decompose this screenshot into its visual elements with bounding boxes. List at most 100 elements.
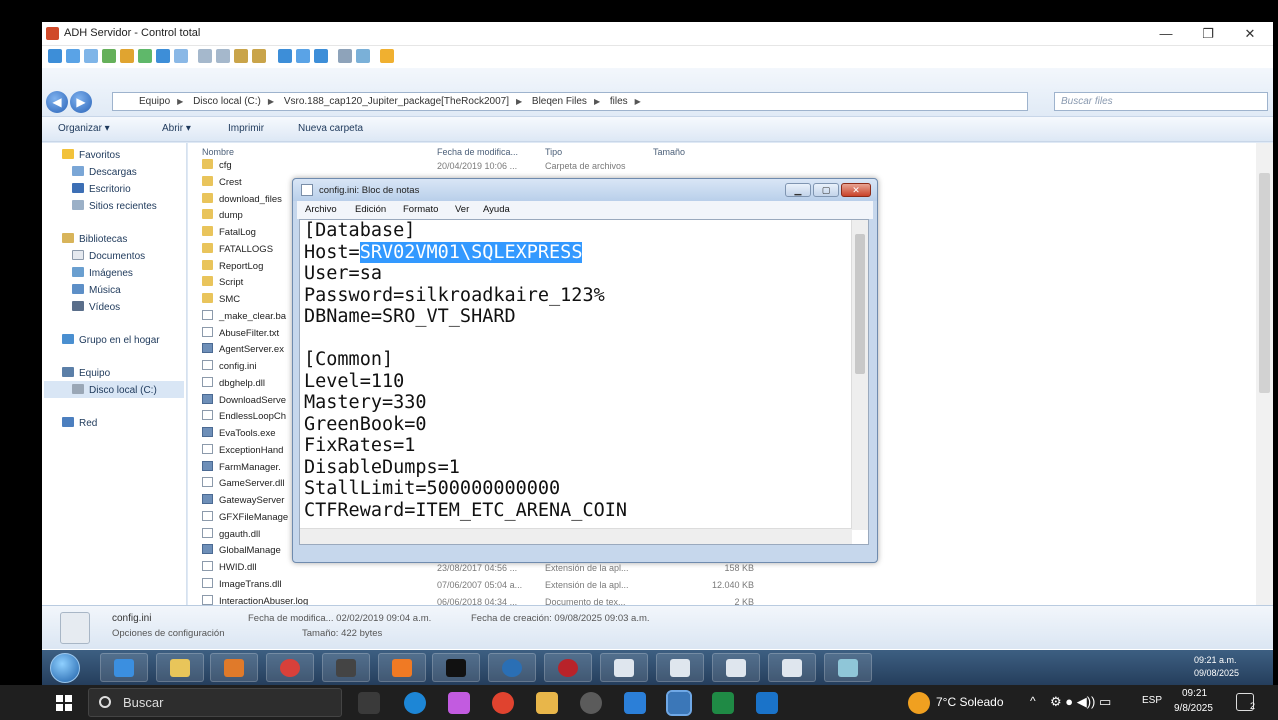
toolbar-icon-12[interactable] — [252, 49, 266, 63]
file-row[interactable]: _make_clear.ba — [202, 309, 286, 326]
taskbar-media[interactable] — [210, 653, 258, 682]
file-row[interactable]: DownloadServe — [202, 393, 286, 410]
nav-homegroup[interactable]: Grupo en el hogar — [62, 334, 160, 346]
taskbar-notepad-3[interactable] — [712, 653, 760, 682]
file-row[interactable]: FarmManager. — [202, 460, 281, 477]
excel-icon[interactable] — [712, 692, 734, 714]
minimize-button[interactable]: — — [1146, 24, 1186, 44]
notepad-text[interactable]: [Database] Host=SRV02VM01\SQLEXPRESS User=… — [304, 220, 852, 521]
toolbar-icon-13[interactable] — [278, 49, 292, 63]
column-modified[interactable]: Fecha de modifica... — [437, 147, 518, 157]
menu-edicion[interactable]: Edición — [355, 204, 386, 215]
new-folder-button[interactable]: Nueva carpeta — [298, 123, 363, 134]
close-button[interactable]: ✕ — [1230, 24, 1270, 44]
column-size[interactable]: Tamaño — [653, 147, 685, 157]
taskbar-cmd[interactable] — [432, 653, 480, 682]
breadcrumb-disk[interactable]: Disco local (C:) — [193, 96, 261, 107]
file-row[interactable]: EvaTools.exe — [202, 427, 276, 443]
file-row[interactable]: GameServer.dll — [202, 477, 284, 493]
nav-network[interactable]: Red — [62, 417, 97, 429]
file-row[interactable]: ReportLog — [202, 259, 263, 276]
notepad-minimize-button[interactable]: ▁ — [785, 183, 811, 197]
file-row[interactable]: SMC — [202, 293, 240, 309]
file-row[interactable]: config.ini — [202, 360, 257, 376]
notepad-scroll-thumb[interactable] — [855, 234, 865, 374]
weather-text[interactable]: 7°C Soleado — [936, 695, 1004, 709]
nav-libraries[interactable]: Bibliotecas — [62, 233, 127, 245]
task-view-icon[interactable] — [358, 692, 380, 714]
tray-chevron-icon[interactable]: ^ — [1030, 694, 1036, 708]
toolbar-icon-16[interactable] — [338, 49, 352, 63]
taskbar-notepad-4[interactable] — [768, 653, 816, 682]
file-row[interactable]: GatewayServer — [202, 494, 284, 510]
toolbar-icon-6[interactable] — [138, 49, 152, 63]
taskbar-xampp[interactable] — [378, 653, 426, 682]
column-name[interactable]: Nombre — [202, 147, 234, 157]
store-icon[interactable] — [624, 692, 646, 714]
nav-documents[interactable]: Documentos — [72, 250, 145, 262]
toolbar-icon-5[interactable] — [120, 49, 134, 63]
nav-desktop[interactable]: Escritorio — [72, 183, 131, 195]
notepad-horizontal-scrollbar[interactable] — [300, 528, 852, 544]
file-row[interactable]: AbuseFilter.txt — [202, 326, 279, 343]
toolbar-icon-2[interactable] — [66, 49, 80, 63]
scroll-thumb[interactable] — [1259, 173, 1270, 393]
file-row[interactable]: dbghelp.dll — [202, 376, 265, 393]
file-row[interactable]: cfg — [202, 159, 232, 175]
taskbar-chrome[interactable] — [266, 653, 314, 682]
speed-icon[interactable] — [580, 692, 602, 714]
file-row[interactable]: Crest — [202, 175, 242, 192]
nav-recent[interactable]: Sitios recientes — [72, 200, 157, 212]
copilot-icon[interactable] — [448, 692, 470, 714]
forward-button[interactable]: ▶ — [70, 91, 92, 113]
toolbar-icon-1[interactable] — [48, 49, 62, 63]
notepad-titlebar[interactable]: config.ini: Bloc de notas ▁ ▢ ✕ — [293, 179, 877, 201]
toolbar-icon-9[interactable] — [198, 49, 212, 63]
restore-button[interactable]: ❐ — [1188, 24, 1228, 44]
address-bar[interactable]: Equipo ▶ Disco local (C:) ▶ Vsro.188_cap12… — [112, 92, 1028, 111]
taskbar-app-a[interactable] — [488, 653, 536, 682]
breadcrumb-files[interactable]: files — [610, 96, 628, 107]
taskbar-app-last[interactable] — [824, 653, 872, 682]
taskbar-box[interactable] — [322, 653, 370, 682]
nav-favorites[interactable]: Favoritos — [62, 149, 120, 161]
notepad-close-button[interactable]: ✕ — [841, 183, 871, 197]
toolbar-icon-7[interactable] — [156, 49, 170, 63]
file-row[interactable]: Script — [202, 276, 243, 292]
outlook-icon[interactable] — [756, 692, 778, 714]
nav-videos[interactable]: Vídeos — [72, 301, 120, 313]
file-row[interactable]: download_files — [202, 192, 282, 209]
tray-icons[interactable]: ⚙ ● ◀)) ▭ — [1050, 694, 1111, 710]
windows-start-icon[interactable] — [56, 695, 72, 711]
file-row[interactable]: FATALLOGS — [202, 242, 273, 259]
breadcrumb-bleqen[interactable]: Bleqen Files — [532, 96, 587, 107]
explorer-scrollbar[interactable] — [1256, 143, 1273, 605]
menu-ayuda[interactable]: Ayuda — [483, 204, 510, 215]
menu-formato[interactable]: Formato — [403, 204, 438, 215]
column-type[interactable]: Tipo — [545, 147, 562, 157]
notepad-maximize-button[interactable]: ▢ — [813, 183, 839, 197]
taskbar-app-w[interactable] — [544, 653, 592, 682]
file-row[interactable]: dump — [202, 209, 243, 225]
taskbar-notepad-2[interactable] — [656, 653, 704, 682]
file-row[interactable]: ImageTrans.dll — [202, 577, 281, 594]
nav-music[interactable]: Música — [72, 284, 121, 296]
file-row[interactable]: GlobalManage — [202, 544, 281, 560]
nav-local-disk[interactable]: Disco local (C:) — [44, 381, 184, 398]
file-row[interactable]: GFXFileManage — [202, 510, 288, 527]
host-clock-time[interactable]: 09:21 — [1182, 688, 1207, 699]
taskbar-notepad-1[interactable] — [600, 653, 648, 682]
nav-images[interactable]: Imágenes — [72, 267, 133, 279]
language-indicator[interactable]: ESP — [1142, 695, 1162, 706]
taskbar-ie[interactable] — [100, 653, 148, 682]
file-row[interactable]: AgentServer.ex — [202, 343, 284, 359]
nav-computer[interactable]: Equipo — [62, 367, 110, 379]
breadcrumb-equipo[interactable]: Equipo — [139, 96, 170, 107]
toolbar-icon-15[interactable] — [314, 49, 328, 63]
toolbar-icon-3[interactable] — [84, 49, 98, 63]
toolbar-icon-17[interactable] — [356, 49, 370, 63]
file-row[interactable]: FatalLog — [202, 226, 256, 242]
remote-desktop-icon[interactable] — [666, 690, 692, 716]
back-button[interactable]: ◀ — [46, 91, 68, 113]
chrome-icon[interactable] — [492, 692, 514, 714]
